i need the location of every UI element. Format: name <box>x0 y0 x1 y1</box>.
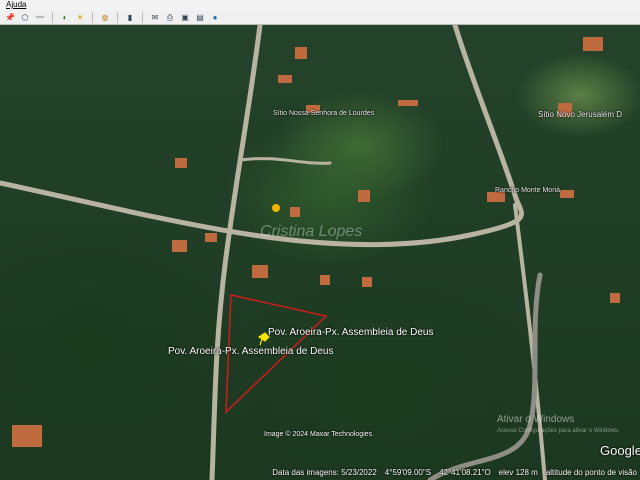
save-image-icon[interactable]: ▣ <box>179 12 191 23</box>
longitude: 42°41'08.21"O <box>439 468 491 477</box>
elevation: elev 128 m <box>498 468 538 477</box>
road <box>513 203 547 480</box>
print-icon[interactable]: ⎙ <box>164 12 176 23</box>
google-logo: Google <box>600 443 640 458</box>
ruler-icon[interactable]: ▮ <box>124 12 136 23</box>
toolbar: 📌 ⬠ 〰 ◐ ☀ ◍ ▮ ✉ ⎙ ▣ ▤ ● <box>0 10 640 25</box>
road <box>238 157 332 165</box>
polygon-icon[interactable]: ⬠ <box>19 12 31 23</box>
road <box>209 25 263 480</box>
road <box>427 272 543 480</box>
map-icon[interactable]: ▤ <box>194 12 206 23</box>
historical-imagery-icon[interactable]: ◐ <box>59 12 71 23</box>
place-label[interactable]: Sítio Nossa Senhora de Lourdes <box>273 110 374 117</box>
placemark-label-duplicate[interactable]: Pov. Aroeira-Px. Assembleia de Deus <box>168 346 333 357</box>
placemark-small-icon <box>272 204 280 212</box>
satellite-map[interactable]: Sítio Nossa Senhora de Lourdes Sítio Nov… <box>0 25 640 480</box>
menu-help[interactable]: Ajuda <box>6 0 26 9</box>
menu-bar: Ajuda <box>0 0 640 10</box>
copyright: Image © 2024 Maxar Technologies <box>264 431 373 438</box>
status-bar: Data das imagens: 5/23/2022 4°59'09.00"S… <box>272 468 637 477</box>
placemark-icon[interactable]: 📌 <box>4 12 16 23</box>
planets-icon[interactable]: ◍ <box>99 12 111 23</box>
imagery-date: Data das imagens: 5/23/2022 <box>272 468 377 477</box>
email-icon[interactable]: ✉ <box>149 12 161 23</box>
watermark: Cristina Lopes <box>260 223 363 240</box>
sun-icon[interactable]: ☀ <box>74 12 86 23</box>
road <box>0 25 524 248</box>
path-icon[interactable]: 〰 <box>34 12 46 23</box>
eye-altitude: altitude do ponto de visão <box>545 468 637 477</box>
map-overlay <box>0 25 620 480</box>
placemark-label[interactable]: Pov. Aroeira-Px. Assembleia de Deus <box>268 327 433 338</box>
activate-windows-title: Ativar o Windows <box>497 414 575 425</box>
activate-windows-subtitle: Acesse Configurações para ativar o Windo… <box>497 428 620 434</box>
latitude: 4°59'09.00"S <box>384 468 432 477</box>
place-label[interactable]: Sítio Novo Jerusalém D <box>538 110 622 119</box>
earth-icon[interactable]: ● <box>209 12 221 23</box>
place-label[interactable]: Rancho Monte Moriá <box>495 187 560 194</box>
